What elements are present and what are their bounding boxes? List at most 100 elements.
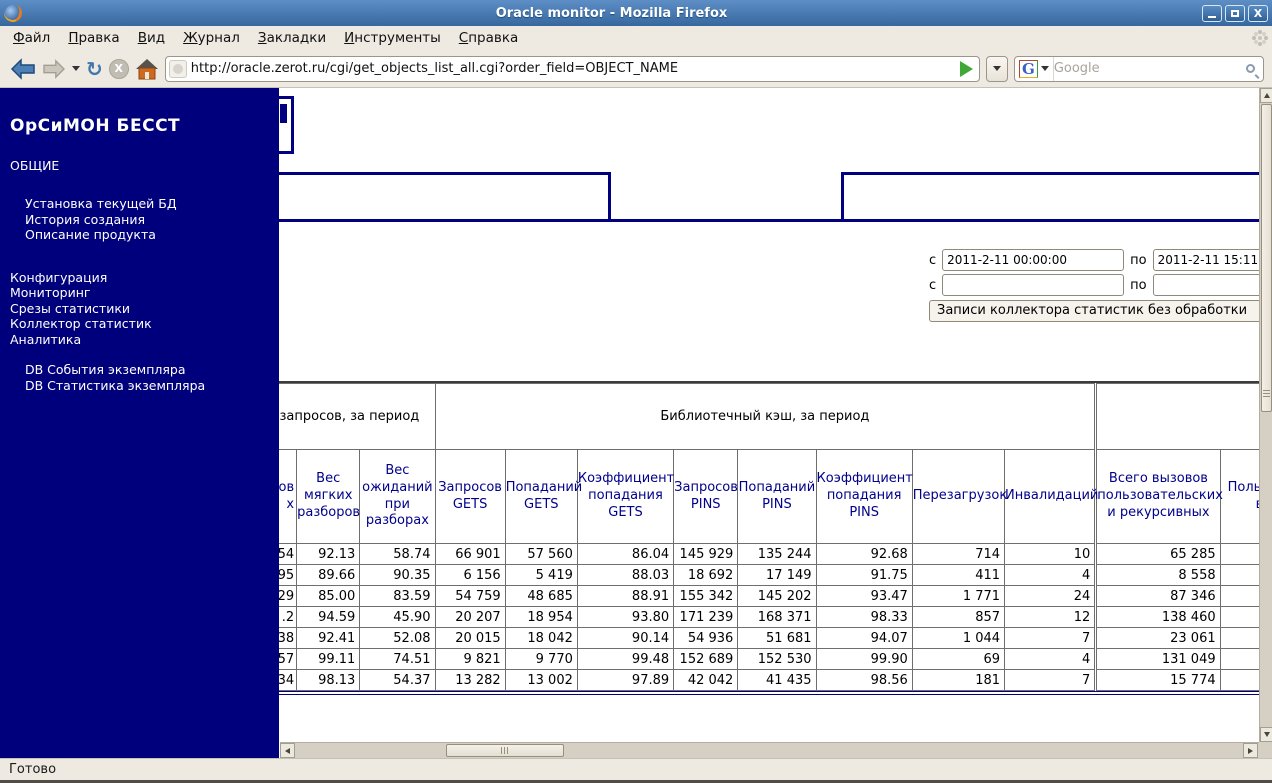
table-cell: .2 — [279, 606, 298, 628]
stats-table-wrapper: . запросов, за период Библиотечный кэш, з… — [279, 381, 1259, 695]
table-cell: 15 774 — [1094, 669, 1221, 691]
table-row: 57 99.11 74.51 9 821 9 770 99.48 152 689 152 53… — [279, 648, 1259, 670]
table-cell: 88.91 — [576, 585, 675, 607]
browser-content: ОрСиМОН БЕССТ ОБЩИЕ Установка текущей БД… — [0, 88, 1272, 758]
table-cell: 69 — [911, 648, 1006, 670]
table-cell: 98.56 — [815, 669, 913, 691]
horizontal-scrollbar[interactable] — [280, 742, 1259, 758]
table-cell — [1219, 648, 1259, 670]
menu-tools[interactable]: Инструменты — [335, 28, 450, 48]
sidebar-link-creation-history[interactable]: История создания — [25, 212, 273, 228]
table-cell: 93.80 — [576, 606, 675, 628]
table-cell: 1 044 — [911, 627, 1006, 649]
menu-edit[interactable]: Правка — [59, 28, 128, 48]
vertical-scrollbar[interactable] — [1259, 88, 1272, 742]
table-cell — [1219, 543, 1259, 565]
vertical-scrollbar-thumb[interactable] — [1261, 104, 1272, 412]
table-cell: 18 692 — [673, 564, 739, 586]
sidebar-link-set-current-db[interactable]: Установка текущей БД — [25, 196, 273, 212]
table-cell: 5 419 — [504, 564, 578, 586]
collector-mode-select[interactable]: Записи коллектора статистик без обработк… — [929, 300, 1259, 322]
table-cell: 74.51 — [359, 648, 436, 670]
url-input[interactable] — [190, 61, 954, 76]
back-button[interactable] — [10, 57, 36, 80]
search-input[interactable] — [1053, 61, 1246, 76]
scroll-up-button[interactable] — [1260, 88, 1272, 103]
table-cell: 12 — [1004, 606, 1097, 628]
table-cell: 13 002 — [504, 669, 578, 691]
table-cell: 18 954 — [504, 606, 578, 628]
table-cell: 94.07 — [815, 627, 913, 649]
table-cell: 48 685 — [504, 585, 578, 607]
back-history-dropdown-icon[interactable] — [72, 66, 80, 71]
table-column-header: Перезагрузок — [911, 449, 1007, 544]
sidebar-link-monitoring[interactable]: Мониторинг — [10, 285, 273, 301]
sidebar-link-configuration[interactable]: Конфигурация — [10, 270, 273, 286]
table-cell: 411 — [911, 564, 1006, 586]
to-label: по — [1130, 277, 1147, 293]
menu-history[interactable]: Журнал — [174, 28, 249, 48]
forward-button[interactable] — [42, 58, 66, 79]
table-cell: 24 — [1004, 585, 1097, 607]
sidebar-link-stat-slices[interactable]: Срезы статистики — [10, 301, 273, 317]
menu-file[interactable]: Файл — [4, 28, 59, 48]
search-icon[interactable] — [1246, 64, 1255, 73]
menu-help[interactable]: Справка — [450, 28, 528, 48]
sidebar-section-general: ОБЩИЕ — [10, 158, 60, 173]
table-cell: 54 759 — [434, 585, 506, 607]
table-column-header: Запросов PINS — [673, 449, 739, 544]
tab-divider-line — [611, 219, 841, 222]
home-button[interactable] — [135, 58, 159, 80]
table-cell: 145 202 — [737, 585, 817, 607]
from-label: с — [929, 252, 937, 268]
table-column-header: ов х — [279, 449, 298, 544]
minimize-button[interactable] — [1202, 4, 1222, 22]
period-to-input-2[interactable] — [1152, 274, 1259, 296]
reload-button[interactable]: ↻ — [86, 59, 103, 79]
sidebar-link-stat-collector[interactable]: Коллектор статистик — [10, 316, 273, 332]
table-group-header — [1094, 383, 1259, 450]
table-cell — [1219, 606, 1259, 628]
table-cell: 92.13 — [296, 543, 361, 565]
period-from-input[interactable] — [942, 249, 1125, 271]
menu-view[interactable]: Вид — [129, 28, 174, 48]
horizontal-scrollbar-thumb[interactable] — [446, 744, 564, 757]
url-history-dropdown-button[interactable] — [986, 55, 1008, 82]
scroll-left-button[interactable] — [280, 743, 295, 758]
table-column-header: Попаданий PINS — [737, 449, 817, 544]
maximize-button[interactable] — [1225, 4, 1245, 22]
tab-box-right[interactable] — [841, 172, 1259, 222]
close-button[interactable]: X — [1248, 4, 1268, 22]
sidebar-title: ОрСиМОН БЕССТ — [10, 116, 181, 136]
tab-box-left[interactable] — [279, 172, 611, 222]
table-cell — [1219, 585, 1259, 607]
scrollbar-corner — [1259, 742, 1272, 758]
table-row: 95 89.66 90.35 6 156 5 419 88.03 18 692 17 149 9… — [279, 564, 1259, 586]
menu-bar: Файл Правка Вид Журнал Закладки Инструме… — [0, 26, 1272, 50]
table-cell: 94.59 — [296, 606, 361, 628]
table-cell — [1219, 627, 1259, 649]
scroll-down-button[interactable] — [1260, 727, 1272, 742]
collector-mode-selected-value: Записи коллектора статистик без обработк… — [937, 303, 1248, 318]
table-cell: 131 049 — [1094, 648, 1221, 670]
menu-bookmarks[interactable]: Закладки — [249, 28, 335, 48]
url-bar[interactable] — [164, 55, 980, 82]
sidebar-link-db-instance-events[interactable]: DB События экземпляра — [25, 362, 273, 378]
go-button[interactable] — [960, 60, 973, 77]
stop-button[interactable]: X — [108, 58, 129, 79]
triangle-left-icon — [285, 747, 290, 754]
sidebar-link-db-instance-stats[interactable]: DB Статистика экземпляра — [25, 378, 273, 394]
table-cell: 9 770 — [504, 648, 578, 670]
chevron-down-icon — [993, 66, 1001, 71]
scroll-right-button[interactable] — [1243, 743, 1258, 758]
table-cell: 714 — [911, 543, 1006, 565]
period-from-input-2[interactable] — [942, 274, 1125, 296]
triangle-down-icon — [1263, 732, 1270, 737]
period-row-1: с по — [929, 249, 1259, 271]
sidebar-link-product-description[interactable]: Описание продукта — [25, 227, 273, 243]
period-to-input[interactable] — [1152, 249, 1259, 271]
sidebar-link-analytics[interactable]: Аналитика — [10, 332, 273, 348]
search-bar[interactable]: G — [1014, 55, 1264, 82]
status-bar: Готово — [0, 758, 1272, 783]
search-engine-selector[interactable]: G — [1015, 56, 1054, 81]
